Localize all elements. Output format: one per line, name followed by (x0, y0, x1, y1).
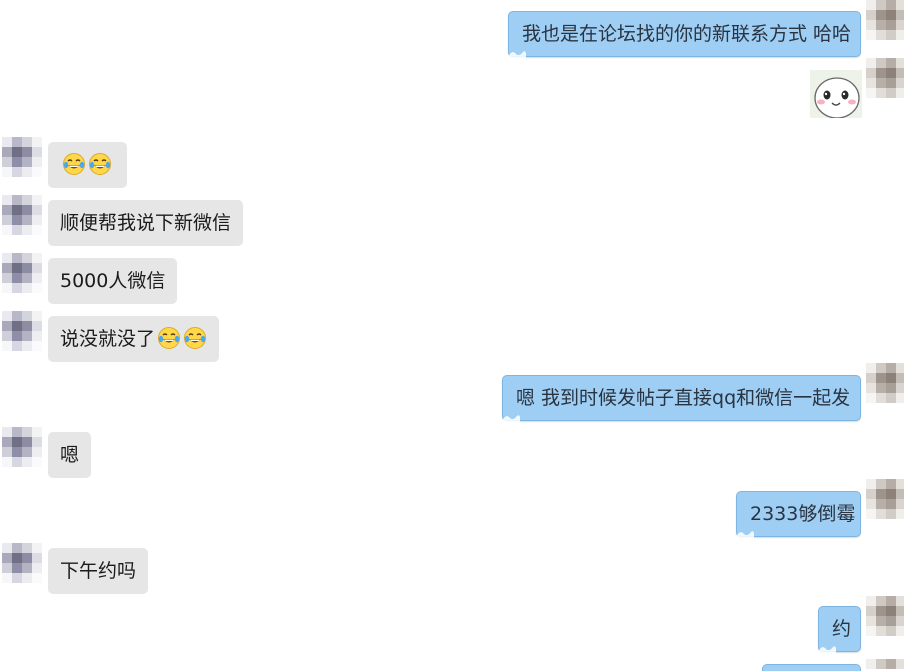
wave-decoration-icon (818, 646, 836, 654)
message-bubble-sent[interactable]: 我也是在论坛找的你的新联系方式 哈哈 (508, 11, 861, 59)
message-text: 顺便帮我说下新微信 (60, 212, 232, 234)
message-text: 说没就没了 (60, 328, 156, 350)
avatar[interactable] (866, 596, 904, 636)
avatar[interactable] (2, 137, 42, 177)
avatar[interactable] (866, 363, 904, 403)
message-bubble-sent[interactable]: 约 (818, 606, 861, 654)
avatar[interactable] (2, 253, 42, 293)
message-text: 约 (832, 618, 852, 640)
face-with-tears-of-joy-icon (89, 153, 111, 175)
message-bubble-received[interactable]: 下午约吗 (48, 548, 149, 594)
smiling-blob-sticker-icon[interactable] (810, 70, 862, 118)
avatar[interactable] (866, 58, 904, 98)
chat-message-list[interactable]: 我也是在论坛找的你的新联系方式 哈哈 顺便帮我说下新微信 5000人微信 说没就… (0, 0, 904, 671)
avatar[interactable] (2, 543, 42, 583)
message-bubble-sent[interactable]: 嗯 我到时候发帖子直接qq和微信一起发 (502, 375, 861, 423)
wave-decoration-icon (502, 415, 520, 423)
face-with-tears-of-joy-icon (158, 327, 181, 349)
message-bubble-received[interactable]: 说没就没了 (48, 316, 220, 362)
avatar[interactable] (2, 195, 42, 235)
face-with-tears-of-joy-icon (63, 153, 85, 175)
message-text: 2333够倒霉 (750, 503, 856, 525)
message-text: 嗯 我到时候发帖子直接qq和微信一起发 (516, 387, 851, 409)
wave-decoration-icon (736, 531, 754, 539)
message-bubble-received[interactable]: 5000人微信 (48, 258, 178, 304)
message-bubble-received[interactable] (48, 142, 127, 188)
avatar[interactable] (866, 479, 904, 519)
message-bubble-sent[interactable]: 2333够倒霉 (736, 491, 861, 539)
message-text: 5000人微信 (60, 270, 166, 292)
avatar[interactable] (2, 311, 42, 351)
message-text: 下午约吗 (60, 560, 137, 582)
message-text: 嗯 (60, 444, 80, 466)
message-bubble-sent-partial[interactable] (762, 664, 861, 671)
wave-decoration-icon (508, 51, 526, 59)
avatar[interactable] (866, 0, 904, 40)
avatar[interactable] (2, 427, 42, 467)
message-text: 我也是在论坛找的你的新联系方式 哈哈 (522, 23, 852, 45)
face-with-tears-of-joy-icon (184, 327, 207, 349)
message-bubble-received[interactable]: 嗯 (48, 432, 92, 478)
avatar[interactable] (866, 659, 904, 671)
message-bubble-received[interactable]: 顺便帮我说下新微信 (48, 200, 244, 246)
